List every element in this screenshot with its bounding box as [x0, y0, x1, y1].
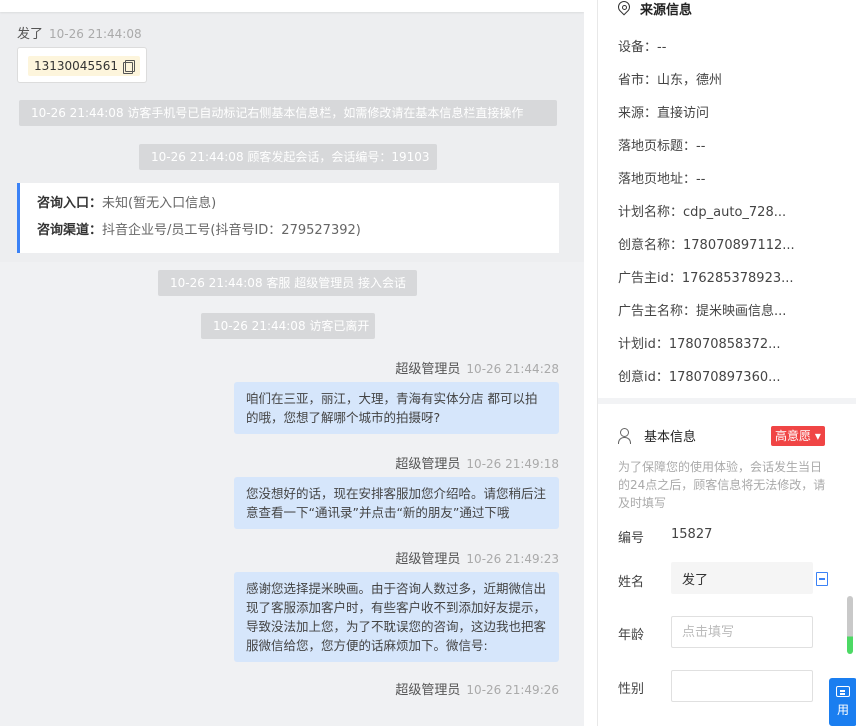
- source-province: 省市：山东，德州: [618, 73, 723, 88]
- chat-top-bar: [0, 0, 584, 12]
- agent-message-bubble: 咱们在三亚，丽江，大理，青海有实体分店 都可以拍的哦，您想了解哪个城市的拍摄呀?: [234, 382, 559, 434]
- agent-message-header: 超级管理员 10-26 21:49:23: [395, 548, 559, 567]
- agent-message-header: 超级管理员 10-26 21:44:28: [395, 358, 559, 377]
- phone-message-card: 13130045561: [17, 47, 147, 83]
- agent-message-header: 超级管理员 10-26 21:49:26: [395, 679, 559, 698]
- source-landing-url: 落地页地址：--: [618, 172, 706, 187]
- message-time: 10-26 21:49:18: [466, 457, 559, 471]
- location-pin-icon: [618, 1, 630, 16]
- source-title-text: 来源信息: [640, 2, 693, 18]
- channel-value: 抖音企业号/员工号(抖音号ID：279527392): [102, 223, 361, 238]
- edit-icon[interactable]: [816, 572, 829, 586]
- system-notice-join: 10-26 21:44:08 客服 超级管理员 接入会话: [158, 270, 417, 296]
- edit-notice: 为了保障您的使用体验，会话发生当日的24点之后，顾客信息将无法修改，请及时填写: [618, 460, 826, 510]
- age-label: 年龄: [618, 628, 645, 643]
- customer-info-panel: 来源信息 设备：-- 省市：山东，德州 来源：直接访问 落地页标题：-- 落地页…: [597, 0, 856, 726]
- source-info-title: 来源信息: [618, 0, 693, 18]
- message-time: 10-26 21:44:08: [49, 27, 142, 41]
- visitor-message-header: 发了 10-26 21:44:08: [17, 23, 142, 42]
- system-notice-left: 10-26 21:44:08 访客已离开: [201, 313, 375, 339]
- source-plan-name: 计划名称：cdp_auto_728...: [618, 205, 787, 220]
- agent-name: 超级管理员: [395, 457, 461, 472]
- agent-message-header: 超级管理员 10-26 21:49:18: [395, 453, 559, 472]
- agent-name: 超级管理员: [395, 362, 461, 377]
- floating-button-label: 用: [836, 703, 849, 717]
- gender-field[interactable]: [671, 670, 813, 702]
- id-value: 15827: [671, 527, 713, 542]
- system-notice-phone: 10-26 21:44:08 访客手机号已自动标记右侧基本信息栏，如需修改请在基…: [19, 100, 557, 126]
- basic-info-title: 基本信息: [618, 426, 696, 445]
- system-notice-session: 10-26 21:44:08 顾客发起会话，会话编号：19103: [139, 144, 437, 170]
- source-creative-name: 创意名称：178070897112...: [618, 238, 795, 253]
- source-advertiser-id: 广告主id：176285378923...: [618, 271, 794, 286]
- message-time: 10-26 21:49:23: [466, 552, 559, 566]
- age-field[interactable]: [671, 616, 813, 648]
- agent-name: 超级管理员: [395, 552, 461, 567]
- chat-icon: [836, 686, 850, 697]
- source-plan-id: 计划id：178070858372...: [618, 337, 781, 352]
- copy-icon[interactable]: [122, 60, 135, 74]
- message-time: 10-26 21:49:26: [466, 683, 559, 697]
- source-landing-title: 落地页标题：--: [618, 139, 706, 154]
- basic-title-text: 基本信息: [644, 430, 697, 445]
- agent-name: 超级管理员: [395, 683, 461, 698]
- intent-badge-dropdown[interactable]: 高意愿 ▾: [771, 426, 825, 446]
- source-device: 设备：--: [618, 40, 667, 55]
- agent-message-bubble: 感谢您选择提米映画。由于咨询人数过多，近期微信出现了客服添加客户时，有些客户收不…: [234, 572, 559, 662]
- chat-pane: 发了 10-26 21:44:08 13130045561 10-26 21:44…: [0, 0, 584, 726]
- phone-chip[interactable]: 13130045561: [28, 56, 140, 76]
- name-field[interactable]: [671, 562, 813, 594]
- source-origin: 来源：直接访问: [618, 106, 710, 121]
- entry-info-card: 咨询入口：未知(暂无入口信息) 咨询渠道：抖音企业号/员工号(抖音号ID：279…: [17, 183, 559, 253]
- id-label: 编号: [618, 531, 645, 546]
- source-creative-id: 创意id：178070897360...: [618, 370, 781, 385]
- pane-divider[interactable]: [584, 0, 597, 726]
- gender-label: 性别: [618, 682, 645, 697]
- agent-message-bubble: 您没想好的话，现在安排客服加您介绍哈。请您稍后注意查看一下“通讯录”并点击“新的…: [234, 477, 559, 529]
- person-list-icon: [618, 427, 636, 444]
- message-time: 10-26 21:44:28: [466, 362, 559, 376]
- phone-number: 13130045561: [34, 59, 118, 73]
- entry-label: 咨询入口：: [37, 196, 103, 211]
- panel-scrollbar[interactable]: [847, 596, 853, 654]
- floating-chat-button[interactable]: 用: [829, 678, 856, 726]
- source-advertiser-name: 广告主名称：提米映画信息...: [618, 304, 787, 319]
- channel-label: 咨询渠道：: [37, 223, 103, 238]
- name-label: 姓名: [618, 575, 645, 590]
- section-separator: [598, 398, 856, 404]
- entry-value: 未知(暂无入口信息): [102, 196, 217, 211]
- visitor-name: 发了: [17, 27, 44, 42]
